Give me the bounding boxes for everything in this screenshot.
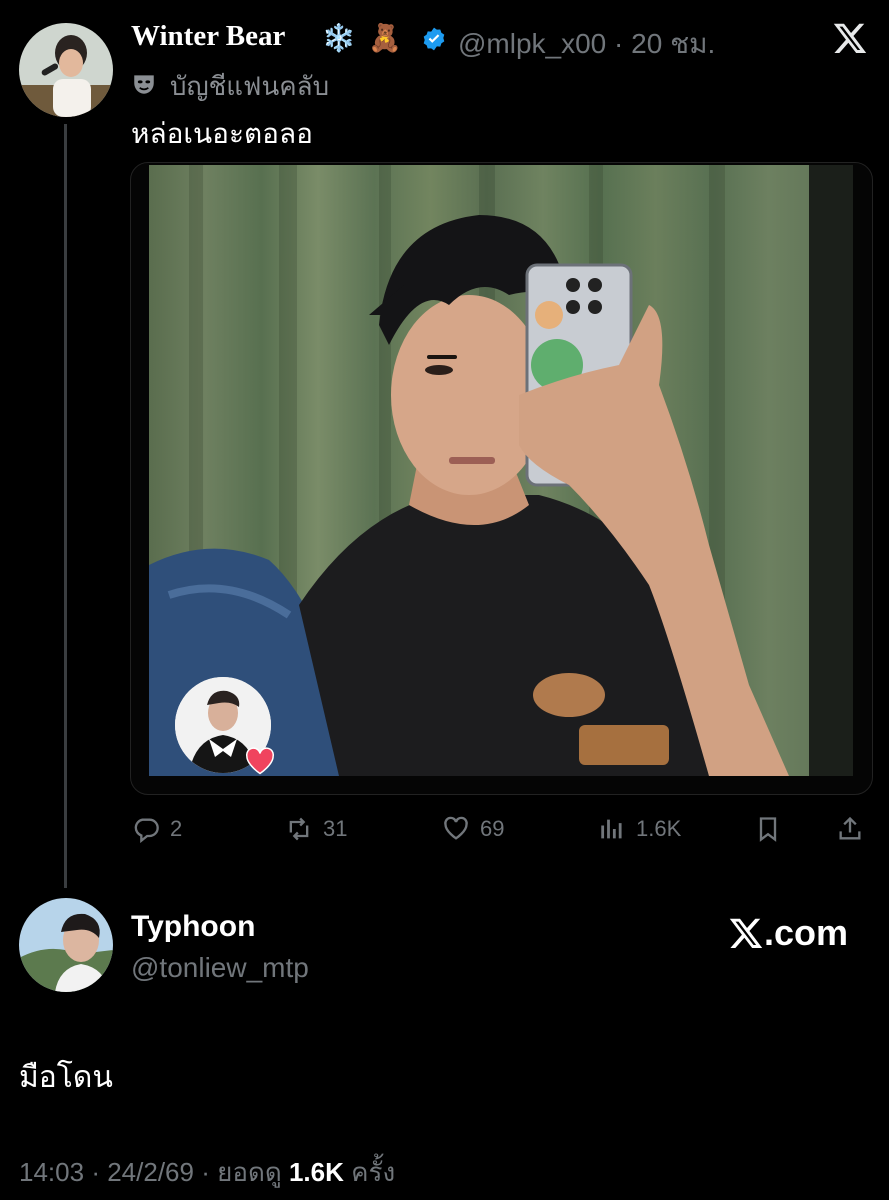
reply-author-avatar[interactable] — [19, 898, 113, 992]
separator-dot: · — [614, 28, 624, 59]
teddy-bear-emoji: 🧸 — [368, 23, 402, 53]
selfie-photo[interactable] — [149, 165, 853, 776]
tweet-media-card[interactable] — [130, 162, 873, 795]
watermark-text: .com — [764, 912, 849, 953]
bookmark-action[interactable] — [754, 814, 782, 844]
reply-meta: 14:03 · 24/2/69 · ยอดดู 1.6K ครั้ง — [19, 1152, 395, 1193]
repost-action[interactable]: 31 — [285, 814, 347, 844]
reply-action[interactable]: 2 — [132, 814, 182, 844]
reply-text: มือโดน — [19, 1061, 113, 1094]
reply-time[interactable]: 14:03 — [19, 1157, 84, 1187]
reply-bubble-icon — [134, 818, 159, 843]
reply-view-count[interactable]: 1.6K — [289, 1157, 344, 1187]
post-time[interactable]: 20 ชม. — [631, 28, 715, 59]
reply-count: 2 — [170, 816, 183, 841]
reply-author-handle[interactable]: @tonliew_mtp — [131, 952, 309, 984]
views-label: ยอดดู — [217, 1157, 282, 1187]
author-name[interactable]: Winter Bear — [131, 20, 285, 53]
thread-connector-line — [64, 124, 67, 888]
heart-outline-icon — [444, 816, 468, 840]
like-action[interactable]: 69 — [442, 814, 504, 844]
reply-author-name[interactable]: Typhoon — [131, 910, 255, 944]
author-avatar[interactable] — [19, 23, 113, 117]
bookmark-icon — [759, 817, 777, 842]
tweet-text: หล่อเนอะตอลอ — [131, 118, 313, 149]
share-upload-icon — [839, 816, 861, 840]
repost-arrows-icon — [289, 817, 309, 841]
author-handle[interactable]: @mlpk_x00 — [458, 28, 606, 59]
x-logo-watermark-icon — [729, 918, 763, 948]
share-action[interactable] — [836, 814, 864, 844]
verified-badge-icon — [421, 26, 447, 52]
meta-dot: · — [91, 1157, 100, 1187]
fan-account-mask-icon — [131, 71, 157, 97]
x-com-watermark: .com — [728, 912, 848, 954]
views-suffix: ครั้ง — [351, 1157, 396, 1187]
heart-emoji-icon — [245, 747, 275, 775]
bar-chart-icon — [601, 819, 622, 839]
x-logo-icon[interactable] — [832, 20, 868, 56]
repost-count: 31 — [323, 816, 348, 841]
view-count: 1.6K — [636, 816, 682, 841]
snowflake-emoji: ❄️ — [322, 23, 356, 53]
author-handle-time: @mlpk_x00 · 20 ชม. — [458, 22, 715, 66]
fan-account-label: บัญชีแฟนคลับ — [170, 71, 330, 101]
views-action[interactable]: 1.6K — [598, 814, 681, 844]
reply-date[interactable]: 24/2/69 — [107, 1157, 194, 1187]
meta-dot: · — [201, 1157, 210, 1187]
like-count: 69 — [480, 816, 505, 841]
